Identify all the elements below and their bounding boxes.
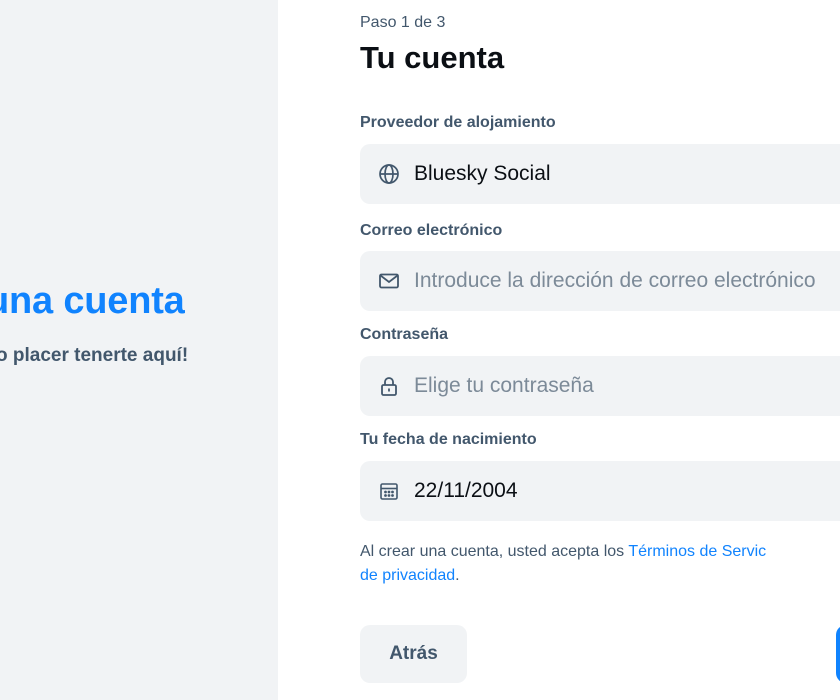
envelope-icon [378,270,400,292]
calendar-icon [378,480,400,502]
globe-icon [378,163,400,185]
terms-suffix: . [455,567,460,584]
next-button[interactable] [836,625,840,683]
left-title: una cuenta [0,280,185,322]
privacy-policy-link[interactable]: de privacidad [360,567,455,584]
terms-prefix: Al crear una cuenta, usted acepta los [360,543,629,560]
signup-form: Paso 1 de 3 Tu cuenta Proveedor de aloja… [360,0,840,700]
birthdate-button[interactable]: 22/11/2004 [360,461,840,521]
password-input[interactable] [414,374,840,398]
lock-icon [378,375,400,397]
page-title: Tu cuenta [360,40,505,75]
hosting-provider-button[interactable]: Bluesky Social [360,144,840,204]
terms-text: Al crear una cuenta, usted acepta los Té… [360,540,840,588]
left-subtitle: o placer tenerte aquí! [0,345,189,366]
hosting-provider-label: Proveedor de alojamiento [360,114,556,131]
email-label: Correo electrónico [360,222,503,239]
password-label: Contraseña [360,326,449,343]
email-input[interactable] [414,269,840,293]
left-panel: una cuenta o placer tenerte aquí! [0,0,278,700]
step-indicator: Paso 1 de 3 [360,14,446,31]
terms-of-service-link[interactable]: Términos de Servic [628,543,766,560]
password-field-container [360,356,840,416]
hosting-provider-value: Bluesky Social [414,162,551,185]
email-field-container [360,251,840,311]
birthdate-value: 22/11/2004 [414,479,518,502]
back-button[interactable]: Atrás [360,625,467,683]
birthdate-label: Tu fecha de nacimiento [360,431,537,448]
